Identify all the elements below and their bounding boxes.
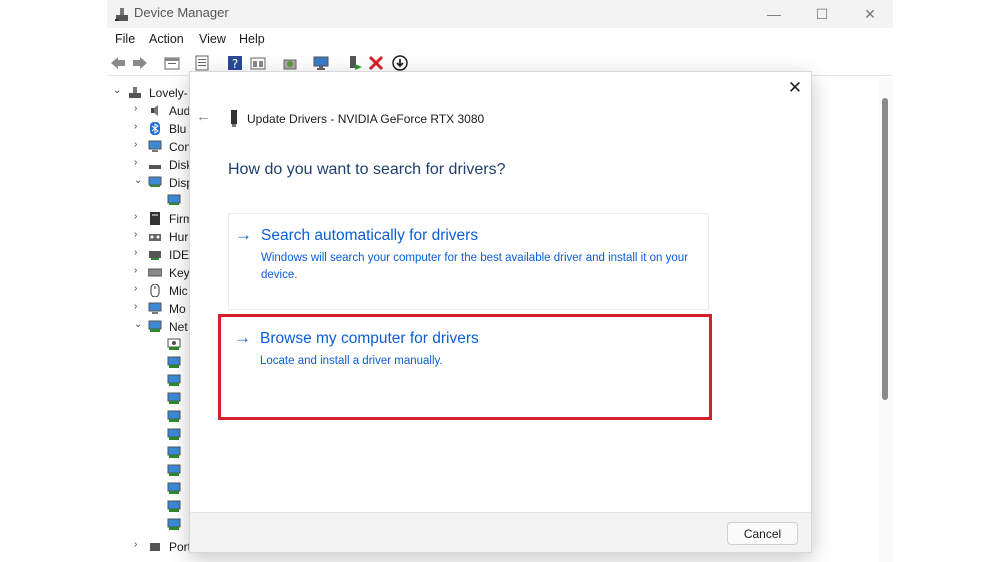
chevron-down-icon[interactable]: ⌄ (113, 85, 121, 96)
monitor-icon (148, 302, 162, 314)
dialog-close-button[interactable]: ✕ (785, 78, 805, 98)
menu-bar: File Action View Help (107, 29, 893, 51)
scan-hardware-icon[interactable] (313, 55, 329, 71)
firmware-icon (150, 212, 160, 225)
chevron-right-icon[interactable]: › (134, 229, 137, 240)
close-button[interactable]: ✕ (847, 2, 893, 26)
cancel-button[interactable]: Cancel (727, 522, 798, 545)
enable-device-icon[interactable] (347, 55, 363, 71)
chevron-right-icon[interactable]: › (134, 283, 137, 294)
back-icon[interactable] (110, 55, 126, 71)
speaker-icon (151, 105, 158, 116)
dialog-title: Update Drivers - NVIDIA GeForce RTX 3080 (247, 112, 485, 126)
menu-help[interactable]: Help (239, 32, 265, 46)
network-adapter-icon (167, 338, 181, 350)
network-adapter-icon (167, 482, 181, 494)
network-adapter-icon (148, 320, 162, 332)
bluetooth-icon (150, 122, 160, 135)
mouse-icon (150, 284, 160, 297)
help-icon[interactable]: ? (227, 55, 243, 71)
graphics-card-icon (231, 110, 237, 127)
properties-icon[interactable] (164, 55, 180, 71)
device-manager-icon (115, 8, 128, 21)
display-adapter-icon (167, 194, 181, 205)
menu-view[interactable]: View (199, 32, 226, 46)
chevron-right-icon[interactable]: › (134, 301, 137, 312)
network-adapter-icon (167, 428, 181, 440)
network-adapter-icon (167, 518, 181, 530)
network-adapter-icon (167, 374, 181, 386)
keyboard-icon (148, 268, 162, 277)
forward-icon[interactable] (132, 55, 148, 71)
chevron-right-icon[interactable]: › (134, 139, 137, 150)
show-hidden-icon[interactable] (194, 55, 210, 71)
dialog-heading: How do you want to search for drivers? (228, 161, 506, 178)
network-adapter-icon (167, 464, 181, 476)
chevron-right-icon[interactable]: › (134, 211, 137, 222)
scrollbar-thumb[interactable] (882, 98, 888, 400)
network-adapter-icon (167, 446, 181, 458)
back-arrow-icon[interactable]: ← (196, 108, 211, 125)
device-tree: ⌄ Lovely- › Aud › Blu › Con › Disk ⌄ Dis… (107, 78, 197, 562)
download-icon[interactable] (392, 55, 408, 71)
dialog-footer: Cancel (190, 512, 811, 552)
update-drivers-dialog: ✕ ← Update Drivers - NVIDIA GeForce RTX … (189, 71, 812, 553)
chevron-right-icon[interactable]: › (134, 103, 137, 114)
arrow-right-icon: → (235, 225, 252, 244)
title-bar: Device Manager — ☐ ✕ (107, 0, 893, 28)
chevron-right-icon[interactable]: › (134, 157, 137, 168)
chevron-right-icon[interactable]: › (134, 121, 137, 132)
option-description: Windows will search your computer for th… (261, 252, 688, 281)
monitor-icon (148, 140, 162, 152)
maximize-button[interactable]: ☐ (799, 2, 845, 26)
search-automatically-option[interactable]: → Search automatically for drivers Windo… (228, 213, 709, 310)
view-icon[interactable] (250, 55, 266, 71)
tree-root-label: Lovely- (149, 86, 188, 100)
window-title: Device Manager (134, 5, 229, 20)
option-title: Search automatically for drivers (261, 227, 479, 244)
port-icon (150, 543, 160, 551)
chevron-right-icon[interactable]: › (134, 265, 137, 276)
chevron-right-icon[interactable]: › (134, 539, 137, 550)
minimize-button[interactable]: — (751, 2, 797, 26)
display-adapter-icon (148, 176, 162, 187)
ide-controller-icon (149, 251, 161, 260)
chevron-down-icon[interactable]: ⌄ (134, 175, 142, 186)
highlight-box (218, 314, 712, 420)
network-adapter-icon (167, 410, 181, 422)
menu-file[interactable]: File (115, 32, 135, 46)
network-adapter-icon (167, 356, 181, 368)
network-adapter-icon (167, 500, 181, 512)
svg-text:?: ? (232, 57, 238, 71)
uninstall-device-icon[interactable] (368, 55, 384, 71)
computer-icon (129, 87, 141, 98)
hid-icon (149, 234, 161, 241)
chevron-down-icon[interactable]: ⌄ (134, 319, 142, 330)
chevron-right-icon[interactable]: › (134, 247, 137, 258)
update-driver-icon[interactable] (282, 55, 298, 71)
disk-drive-icon (149, 165, 161, 169)
menu-action[interactable]: Action (149, 32, 184, 46)
network-adapter-icon (167, 392, 181, 404)
